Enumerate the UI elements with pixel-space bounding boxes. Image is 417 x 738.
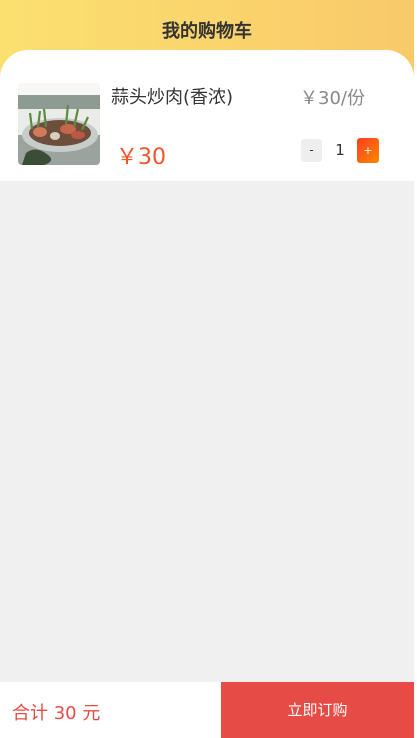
cart-list: 蒜头炒肉(香浓) ￥30/份 ￥30 - 1 + [0, 50, 414, 181]
checkout-bar: 合计 30 元 立即订购 [0, 682, 414, 738]
total-amount: 合计 30 元 [12, 703, 101, 724]
food-image[interactable] [18, 83, 100, 165]
page-title: 我的购物车 [162, 21, 252, 42]
item-price: ￥30 [116, 145, 166, 170]
quantity-value: 1 [335, 141, 345, 159]
increase-quantity-button[interactable]: + [357, 138, 379, 163]
item-name: 蒜头炒肉(香浓) [111, 87, 234, 108]
unit-price: ￥30/份 [300, 88, 365, 109]
decrease-quantity-button[interactable]: - [301, 139, 322, 162]
order-now-button[interactable]: 立即订购 [221, 682, 414, 738]
